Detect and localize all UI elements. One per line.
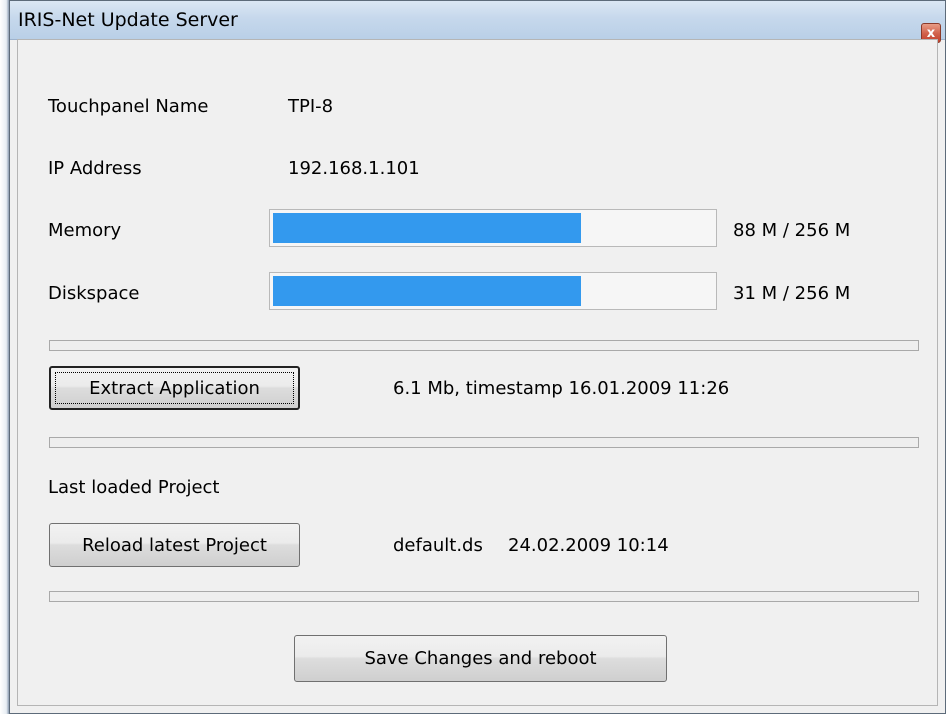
secondary-progress-bar [49, 437, 919, 448]
diskspace-progress-bar [269, 272, 717, 310]
diskspace-usage-text: 31 M / 256 M [733, 283, 851, 304]
ip-address-label: IP Address [48, 158, 142, 179]
memory-label: Memory [48, 220, 122, 241]
memory-progress-fill [273, 213, 581, 243]
diskspace-label: Diskspace [48, 283, 140, 304]
reload-progress-bar [49, 591, 919, 602]
reload-latest-project-button-label: Reload latest Project [82, 534, 267, 556]
title-bar[interactable]: IRIS-Net Update Server x [10, 1, 945, 43]
reload-latest-project-button[interactable]: Reload latest Project [49, 523, 300, 567]
dialog-content: Touchpanel Name TPI-8 IP Address 192.168… [17, 39, 938, 706]
extract-application-button[interactable]: Extract Application [49, 366, 300, 410]
background-window-edge [0, 0, 9, 714]
close-icon: x [926, 25, 936, 41]
dialog-window: IRIS-Net Update Server x Touchpanel Name… [9, 0, 946, 714]
memory-usage-text: 88 M / 256 M [733, 220, 851, 241]
diskspace-progress-fill [273, 276, 581, 306]
window-title: IRIS-Net Update Server [18, 9, 238, 31]
project-timestamp: 24.02.2009 10:14 [508, 535, 669, 556]
save-changes-reboot-button-label: Save Changes and reboot [364, 648, 597, 669]
memory-progress-bar [269, 209, 717, 247]
save-changes-reboot-button[interactable]: Save Changes and reboot [294, 635, 667, 682]
application-info-text: 6.1 Mb, timestamp 16.01.2009 11:26 [393, 378, 730, 399]
touchpanel-name-value: TPI-8 [288, 96, 334, 117]
extract-progress-bar [49, 340, 919, 351]
touchpanel-name-label: Touchpanel Name [48, 96, 209, 117]
focus-indicator [55, 372, 294, 404]
ip-address-value: 192.168.1.101 [288, 158, 420, 179]
last-loaded-project-heading: Last loaded Project [48, 477, 220, 498]
project-file-name: default.ds [393, 535, 483, 556]
